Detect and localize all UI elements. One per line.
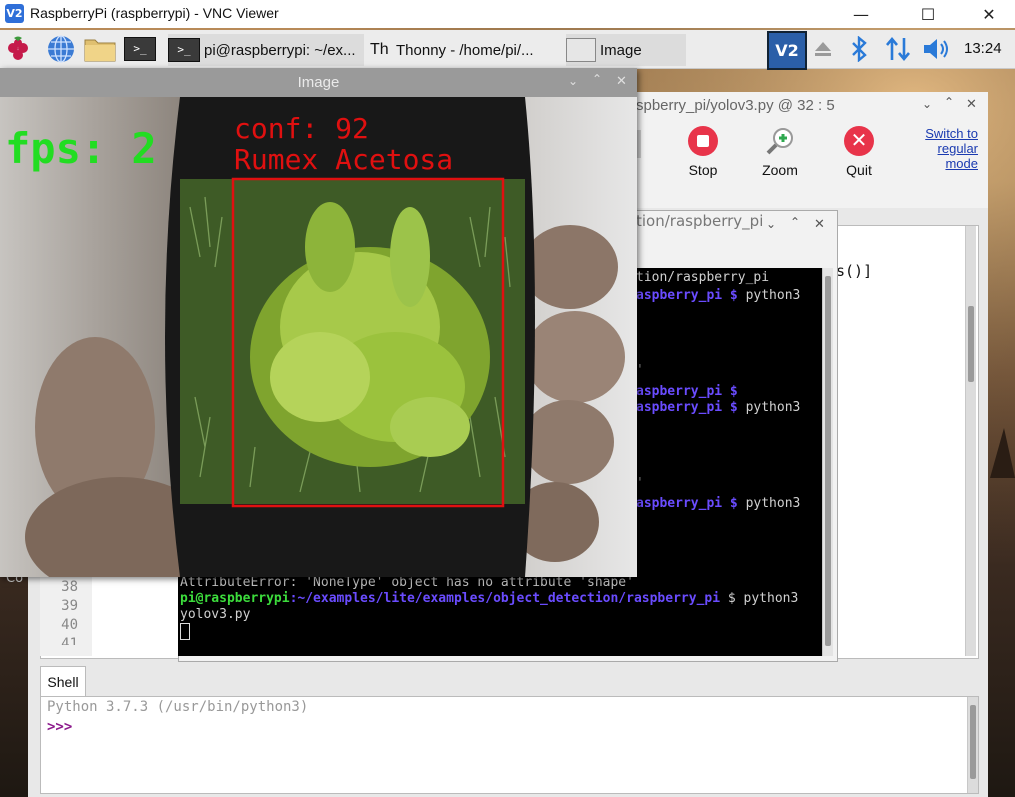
bluetooth-icon[interactable]	[848, 35, 870, 63]
vnc-server-icon[interactable]: V2	[767, 31, 807, 70]
eject-icon[interactable]	[812, 38, 834, 60]
minimize-button[interactable]: —	[839, 0, 883, 28]
task-thonny[interactable]: Th Thonny - /home/pi/...	[370, 34, 562, 66]
terminal-line: aspberry_pi $ python3	[636, 288, 801, 303]
terminal-close-icon[interactable]: ✕	[814, 217, 825, 232]
terminal-line: '	[636, 363, 644, 378]
terminal-scrollbar[interactable]	[822, 268, 833, 656]
shell-prompt: >>>	[47, 719, 73, 735]
thonny-icon: Th	[370, 41, 389, 58]
image-maximize-icon[interactable]: ⌃	[592, 72, 602, 86]
thonny-close-icon[interactable]: ✕	[966, 97, 977, 112]
switch-mode-link[interactable]: Switch to regular mode	[908, 126, 978, 171]
raspberry-menu-icon[interactable]	[4, 34, 34, 64]
zoom-icon	[765, 126, 795, 156]
class-label-overlay: Rumex Acetosa	[234, 143, 454, 176]
terminal-command-line: yolov3.py	[180, 607, 251, 622]
zoom-button[interactable]: Zoom	[752, 126, 808, 178]
image-window-title: Image	[0, 68, 637, 97]
vnc-logo-icon: V2	[5, 4, 24, 23]
volume-icon[interactable]	[922, 37, 952, 61]
editor-code-fragment: s()]	[836, 262, 873, 280]
terminal-line: tion/raspberry_pi	[636, 270, 770, 285]
line-number-gutter: 37 38 39 40 41	[40, 570, 92, 656]
close-button[interactable]: ✕	[967, 0, 1011, 28]
terminal-line: aspberry_pi $	[636, 384, 738, 399]
terminal-launcher-icon[interactable]: >_	[124, 37, 156, 61]
terminal-line: '	[636, 476, 644, 491]
task-terminal[interactable]: >_ pi@raspberrypi: ~/ex...	[168, 34, 364, 66]
vnc-window-title: RaspberryPi (raspberrypi) - VNC Viewer	[30, 5, 279, 21]
thonny-minimize-icon[interactable]: ⌄	[922, 97, 932, 111]
editor-scroll-thumb[interactable]	[968, 306, 974, 382]
quit-icon: ✕	[844, 126, 874, 156]
quit-button[interactable]: ✕ Quit	[831, 126, 887, 178]
terminal-prompt-line: pi@raspberrypi:~/examples/lite/examples/…	[180, 591, 799, 606]
camera-frame: fps: 2 conf: 92 Rumex Acetosa	[0, 97, 637, 577]
thonny-title: spberry_pi/yolov3.py @ 32 : 5	[636, 97, 835, 114]
fps-overlay: fps: 2	[5, 124, 157, 173]
shell-scroll-thumb[interactable]	[970, 705, 976, 779]
terminal-title: tion/raspberry_pi	[636, 212, 764, 230]
shell-scrollbar[interactable]	[967, 697, 978, 793]
terminal-minimize-icon[interactable]: ⌄	[766, 217, 776, 231]
terminal-line: aspberry_pi $ python3	[636, 496, 801, 511]
image-close-icon[interactable]: ✕	[616, 74, 627, 89]
image-minimize-icon[interactable]: ⌄	[568, 74, 578, 88]
web-browser-icon[interactable]	[46, 34, 76, 64]
editor-scrollbar[interactable]	[965, 226, 976, 656]
terminal-line: aspberry_pi $ python3	[636, 400, 801, 415]
terminal-maximize-icon[interactable]: ⌃	[790, 215, 800, 229]
clock: 13:24	[964, 40, 1002, 57]
confidence-overlay: conf: 92	[234, 112, 369, 145]
terminal-scroll-thumb[interactable]	[825, 276, 831, 646]
tab-shell[interactable]: Shell	[40, 666, 86, 697]
shell-panel[interactable]: Python 3.7.3 (/usr/bin/python3) >>>	[40, 696, 979, 794]
stop-button[interactable]: Stop	[675, 126, 731, 178]
maximize-button[interactable]: ☐	[906, 0, 950, 28]
network-arrows-icon[interactable]	[884, 36, 912, 62]
file-manager-icon[interactable]	[84, 36, 116, 66]
thonny-maximize-icon[interactable]: ⌃	[944, 95, 954, 109]
task-image[interactable]: Image	[566, 34, 686, 66]
stop-icon	[688, 126, 718, 156]
terminal-cursor	[180, 623, 190, 640]
terminal-icon: >_	[168, 38, 200, 62]
terminal-error-line: AttributeError: 'NoneType' object has no…	[180, 575, 634, 590]
shell-version: Python 3.7.3 (/usr/bin/python3)	[47, 699, 309, 715]
window-icon	[566, 38, 596, 62]
